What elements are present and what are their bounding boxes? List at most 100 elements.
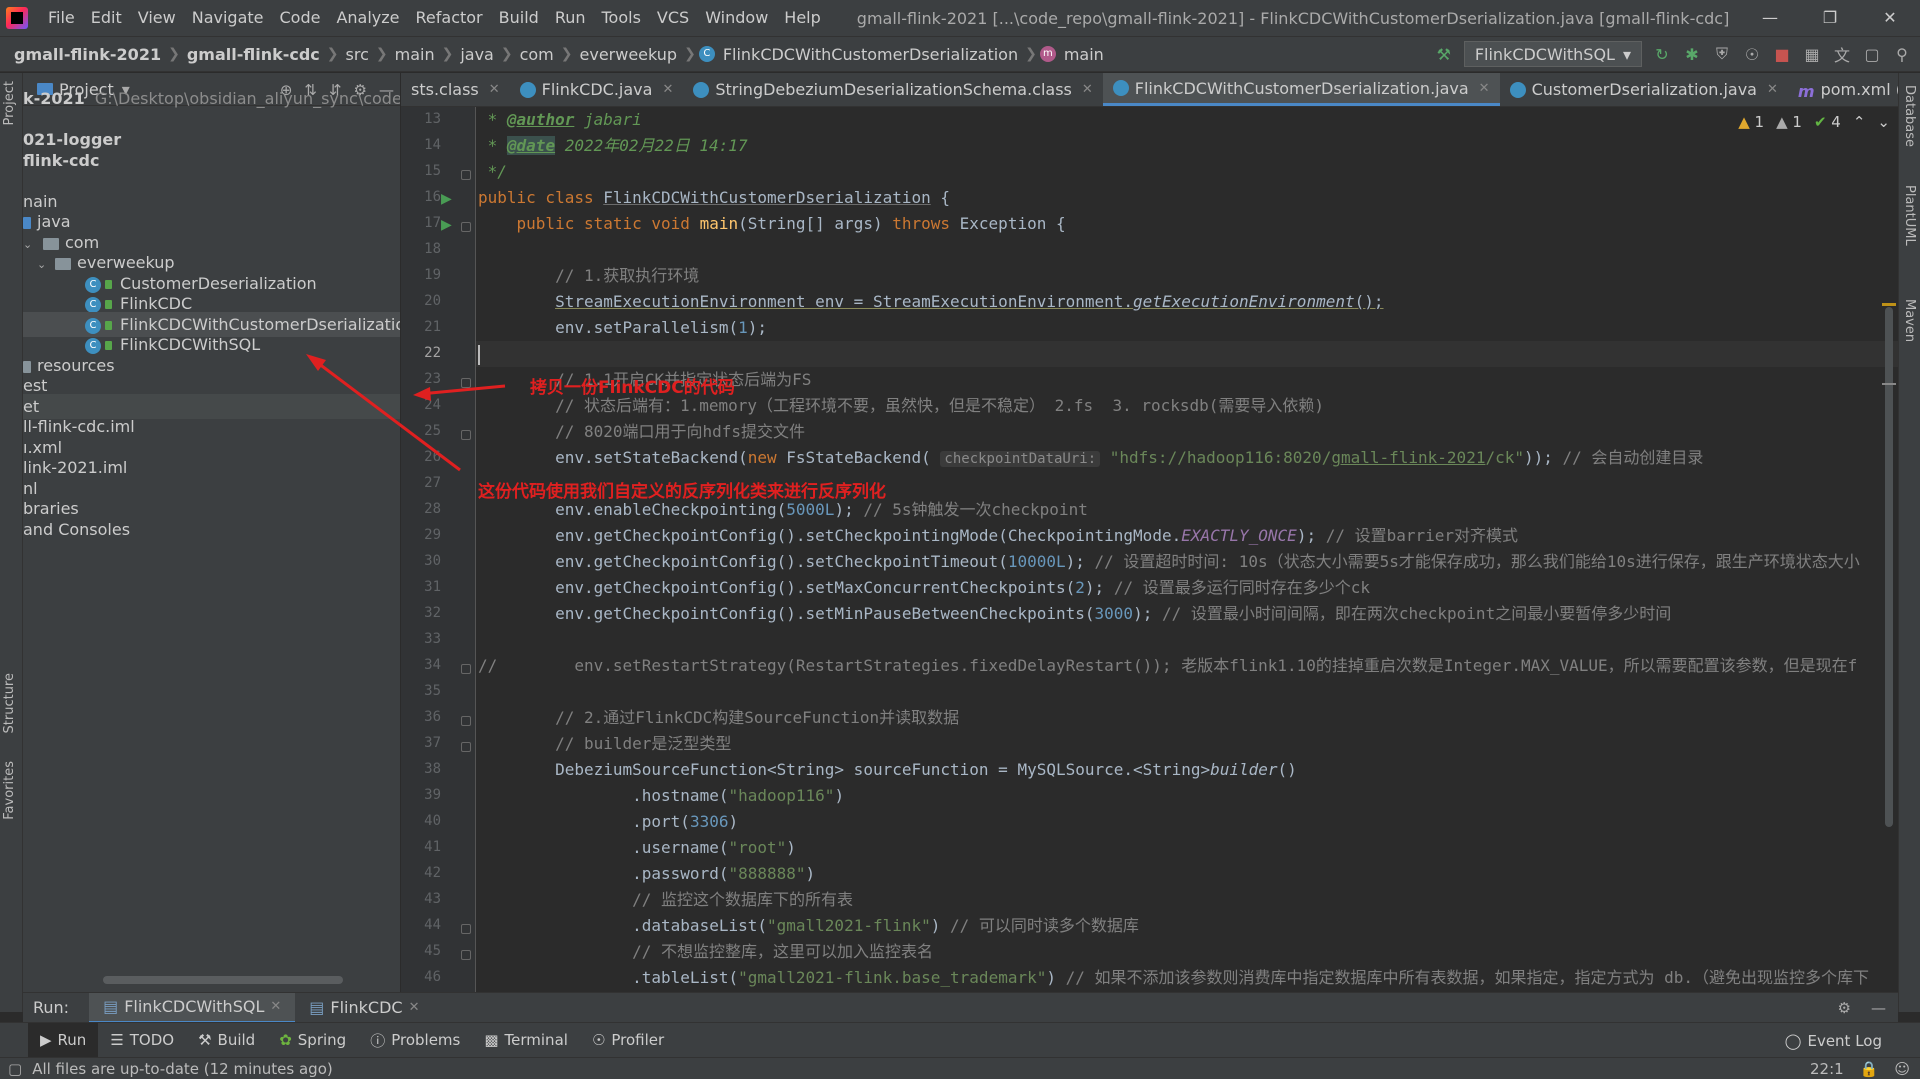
hide-icon[interactable]: — [1871,999,1886,1017]
breadcrumb-class[interactable]: FlinkCDCWithCustomerDserialization [719,45,1022,64]
toggle-tool-windows-icon[interactable]: ▢ [8,1060,22,1078]
line-number: 24 [424,397,441,413]
menu-run[interactable]: Run [547,0,594,36]
breadcrumb-module[interactable]: gmall-flink-cdc [183,45,324,64]
menu-edit[interactable]: Edit [83,0,130,36]
tree-row-scratches[interactable]: and Consoles [23,517,400,542]
fold-icon[interactable] [461,742,471,752]
close-icon[interactable]: ✕ [1767,82,1778,97]
menu-file[interactable]: File [40,0,83,36]
breadcrumb-com[interactable]: com [516,45,558,64]
breadcrumb-project[interactable]: gmall-flink-2021 [10,45,165,64]
fold-icon[interactable] [461,430,471,440]
stop-icon[interactable]: ■ [1772,44,1792,64]
tool-profiler[interactable]: ☉ Profiler [580,1023,676,1058]
tool-problems[interactable]: ⓘ Problems [358,1023,472,1058]
run-config-icon: ▤ [103,997,119,1016]
coverage-icon[interactable]: ⛨ [1712,44,1732,64]
inspection-widget[interactable]: ▲ 1 ▲ 1 ✔ 4 ⌃ ⌄ [1738,113,1890,131]
tool-build[interactable]: ⚒ Build [186,1023,267,1058]
tree-row-project-root[interactable]: k-2021 G:\Desktop\obsidian_aliyun_sync\co… [23,86,400,111]
caret-position[interactable]: 22:1 [1810,1060,1844,1078]
close-icon[interactable]: ✕ [662,82,673,97]
editor-vertical-scrollbar[interactable] [1882,107,1896,992]
tab-flinkcdc[interactable]: FlinkCDC.java ✕ [510,73,684,106]
run-tab-flinkcdc-with-sql[interactable]: ▤ FlinkCDCWithSQL ✕ [89,992,296,1023]
translate-icon[interactable]: 文 [1832,44,1852,65]
close-icon[interactable]: ✕ [409,1000,420,1015]
run-config-icon: ▤ [309,998,325,1017]
tab-flinkcdc-with-customer[interactable]: FlinkCDCWithCustomerDserialization.java ✕ [1102,73,1500,106]
close-icon[interactable]: ✕ [1860,0,1920,36]
intellij-logo-icon [6,7,28,29]
side-tab-plantuml[interactable]: PlantUML [1902,185,1917,246]
tool-terminal[interactable]: ▩ Terminal [472,1023,580,1058]
menu-build[interactable]: Build [491,0,547,36]
side-tab-maven[interactable]: Maven [1902,299,1917,342]
code-line-32: env.getCheckpointConfig().setMinPauseBet… [478,604,1672,623]
tool-run[interactable]: ▶ Run [28,1022,99,1058]
menu-refactor[interactable]: Refactor [408,0,491,36]
profile-icon[interactable]: ☉ [1742,44,1762,64]
search-icon[interactable]: ⚲ [1892,44,1912,64]
close-icon[interactable]: ✕ [1479,81,1490,96]
fold-icon[interactable] [461,924,471,934]
breadcrumb-everweekup[interactable]: everweekup [576,45,682,64]
menu-vcs[interactable]: VCS [649,0,697,36]
side-tab-database[interactable]: Database [1902,85,1917,147]
menu-help[interactable]: Help [776,0,828,36]
fold-icon[interactable] [461,664,471,674]
warning-marker[interactable] [1882,303,1896,306]
minimize-icon[interactable]: — [1740,0,1800,36]
line-number: 13 [424,111,441,127]
tab-customer-dserialization[interactable]: CustomerDserialization.java ✕ [1500,73,1788,106]
side-tab-structure[interactable]: Structure [2,673,17,733]
close-icon[interactable]: ✕ [489,82,500,97]
menu-window[interactable]: Window [697,0,776,36]
breadcrumb-main[interactable]: main [391,45,439,64]
rerun-icon[interactable]: ↻ [1652,44,1672,64]
project-horizontal-scrollbar[interactable] [103,976,343,984]
tool-spring[interactable]: ✿ Spring [267,1023,358,1058]
build-hammer-icon[interactable]: ⚒ [1434,44,1454,64]
side-tab-project[interactable]: Project [2,81,17,125]
tab-pom[interactable]: mpom.xml (gmall-flink-cd [1788,73,1898,106]
tab-string-debezium[interactable]: StringDebeziumDeserializationSchema.clas… [683,73,1102,106]
breadcrumb-java[interactable]: java [456,45,498,64]
status-message[interactable]: All files are up-to-date (12 minutes ago… [32,1060,333,1078]
side-tab-favorites[interactable]: Favorites [2,761,17,820]
tab-tests-class[interactable]: sts.class ✕ [401,73,510,106]
fold-icon[interactable] [461,378,471,388]
run-tab-flinkcdc[interactable]: ▤ FlinkCDC ✕ [295,993,433,1023]
tree-row-cdc-module[interactable]: flink-cdc [23,148,400,173]
menu-navigate[interactable]: Navigate [184,0,272,36]
close-icon[interactable]: ✕ [270,999,281,1014]
event-log-button[interactable]: ◯ Event Log [1785,1023,1882,1058]
gear-icon[interactable]: ⚙ [1838,999,1851,1017]
menu-code[interactable]: Code [272,0,329,36]
menu-tools[interactable]: Tools [594,0,649,36]
fold-icon[interactable] [461,716,471,726]
breadcrumb-src[interactable]: src [342,45,373,64]
breadcrumb-method[interactable]: main [1060,45,1108,64]
close-icon[interactable]: ✕ [1082,82,1093,97]
notifications-icon[interactable]: ☺ [1894,1060,1910,1078]
debug-icon[interactable]: ✱ [1682,44,1702,64]
scrollbar-thumb[interactable] [1885,307,1893,827]
tool-todo[interactable]: ☰ TODO [98,1023,186,1058]
restore-icon[interactable]: ❐ [1800,0,1860,36]
previous-highlight-icon[interactable]: ⌃ [1853,113,1866,131]
run-configuration-select[interactable]: FlinkCDCWithSQL ▾ [1463,41,1642,67]
code-line-20: StreamExecutionEnvironment env = StreamE… [555,292,1384,311]
project-structure-icon[interactable]: ▦ [1802,44,1822,64]
menu-view[interactable]: View [130,0,184,36]
presentation-icon[interactable]: ▢ [1862,44,1882,64]
run-class-icon[interactable]: ▶ [441,191,452,207]
run-main-icon[interactable]: ▶ [441,217,452,233]
menu-analyze[interactable]: Analyze [328,0,407,36]
fold-icon[interactable] [461,170,471,180]
lock-icon[interactable]: 🔒 [1860,1060,1879,1078]
code-editor[interactable]: * @author jabari * @date 2022年02月22日 14:… [476,107,1898,992]
fold-icon[interactable] [461,950,471,960]
fold-icon[interactable] [461,222,471,232]
